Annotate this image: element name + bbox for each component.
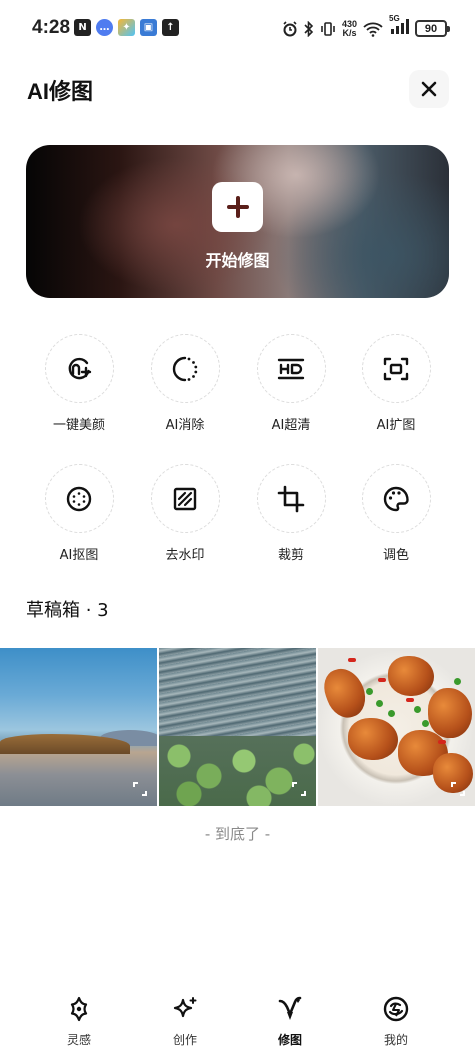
upload-icon: ↑: [162, 19, 179, 36]
app-icon: ✦: [118, 19, 135, 36]
chicken-piece: [318, 663, 372, 723]
beauty-icon: [68, 357, 92, 379]
erase-icon: [172, 356, 198, 381]
chicken-piece: [388, 656, 434, 696]
sparkle-icon: [171, 995, 199, 1023]
battery-indicator: 90: [415, 20, 450, 37]
expand-icon[interactable]: [292, 782, 306, 796]
end-of-list-text: - 到底了 -: [204, 825, 271, 843]
edit-photo-icon: [276, 995, 304, 1023]
tool-palette-circle: [361, 464, 431, 533]
cutout-icon: [66, 486, 92, 511]
tool-crop-label: 裁剪: [277, 548, 304, 563]
vibrate-icon: [321, 21, 335, 36]
tab-create[interactable]: 创作: [145, 995, 225, 1048]
tool-watermark-label: 去水印: [165, 548, 205, 563]
bluetooth-icon: [304, 20, 314, 37]
tool-watermark[interactable]: 去水印: [135, 464, 235, 563]
notification-icons: N … ✦ ▣ ↑: [74, 19, 179, 36]
tool-palette-label: 调色: [382, 548, 409, 563]
tool-expand[interactable]: AI扩图: [346, 334, 446, 433]
expand-icon[interactable]: [451, 782, 465, 796]
close-icon: [421, 81, 437, 97]
tool-hd-label: AI超清: [271, 418, 311, 433]
tab-profile[interactable]: 我的: [356, 995, 436, 1048]
tool-crop[interactable]: 裁剪: [241, 464, 341, 563]
tab-create-label: 创作: [172, 1033, 197, 1047]
start-editing-button[interactable]: [212, 182, 263, 232]
inspiration-icon: [65, 995, 93, 1023]
palette-icon: [383, 486, 409, 511]
chili: [406, 698, 414, 702]
tool-hd-circle: [256, 334, 326, 403]
network-speed-unit: K/s: [342, 27, 357, 38]
pea: [414, 706, 421, 713]
chicken-piece: [428, 688, 472, 738]
network-type: 5G: [389, 14, 400, 23]
tool-cutout-label: AI抠图: [59, 548, 99, 563]
tab-profile-label: 我的: [383, 1033, 408, 1047]
battery-level: 90: [424, 22, 438, 35]
tab-inspiration[interactable]: 灵感: [39, 995, 119, 1048]
pea: [388, 710, 395, 717]
tool-crop-circle: [256, 464, 326, 533]
expand-image-icon: [383, 357, 409, 380]
wifi-icon: [363, 22, 383, 37]
cellular-signal: 5G: [389, 14, 409, 39]
start-editing-label: 开始修图: [205, 251, 270, 270]
nfc-icon: N: [74, 19, 91, 36]
tab-inspiration-label: 灵感: [66, 1033, 91, 1047]
tool-cutout[interactable]: AI抠图: [29, 464, 129, 563]
watermark-icon: [173, 487, 197, 510]
chicken-piece: [348, 718, 398, 760]
tab-edit-photo-label: 修图: [277, 1033, 302, 1047]
tool-cutout-circle: [44, 464, 114, 533]
drafts-title: 草稿箱 · 3: [26, 600, 109, 621]
status-time: 4:28: [32, 17, 71, 38]
bottom-tab-bar: 灵感 创作 修图 我的: [0, 990, 475, 1056]
draft-thumbnail-pond[interactable]: [159, 648, 316, 806]
pea: [366, 688, 373, 695]
tool-watermark-circle: [150, 464, 220, 533]
tool-erase-label: AI消除: [165, 418, 205, 433]
tool-expand-label: AI扩图: [376, 418, 416, 433]
draft-thumbnail-lake[interactable]: [0, 648, 157, 806]
drafts-thumbnails: [0, 648, 475, 806]
tool-beauty-label: 一键美颜: [52, 418, 105, 433]
page-title: AI修图: [27, 79, 94, 104]
tool-erase-circle: [150, 334, 220, 403]
expand-icon[interactable]: [133, 782, 147, 796]
chili: [378, 678, 386, 682]
status-right: 430 K/s 5G 90: [282, 14, 450, 39]
pea: [376, 700, 383, 707]
message-icon: …: [96, 19, 113, 36]
hd-icon: [277, 358, 305, 379]
network-speed: 430 K/s: [342, 19, 357, 38]
status-bar: 4:28 N … ✦ ▣ ↑ 430 K/s 5G 90: [0, 0, 475, 58]
tool-expand-circle: [361, 334, 431, 403]
tool-hd[interactable]: AI超清: [241, 334, 341, 433]
start-editing-card[interactable]: 开始修图: [26, 145, 449, 298]
pea: [422, 720, 429, 727]
plus-icon: [226, 196, 249, 218]
tool-beauty[interactable]: 一键美颜: [29, 334, 129, 433]
crop-icon: [277, 485, 305, 512]
tab-edit-photo[interactable]: 修图: [250, 995, 330, 1048]
draft-thumbnail-food[interactable]: [318, 648, 475, 806]
alarm-icon: [283, 20, 297, 36]
chili: [348, 658, 356, 662]
tool-erase[interactable]: AI消除: [135, 334, 235, 433]
pea: [454, 678, 461, 685]
shield-app-icon: ▣: [140, 19, 157, 36]
profile-icon: [382, 995, 410, 1023]
close-button[interactable]: [409, 70, 449, 108]
tool-beauty-circle: [44, 334, 114, 403]
chili: [438, 740, 446, 744]
tool-palette[interactable]: 调色: [346, 464, 446, 563]
